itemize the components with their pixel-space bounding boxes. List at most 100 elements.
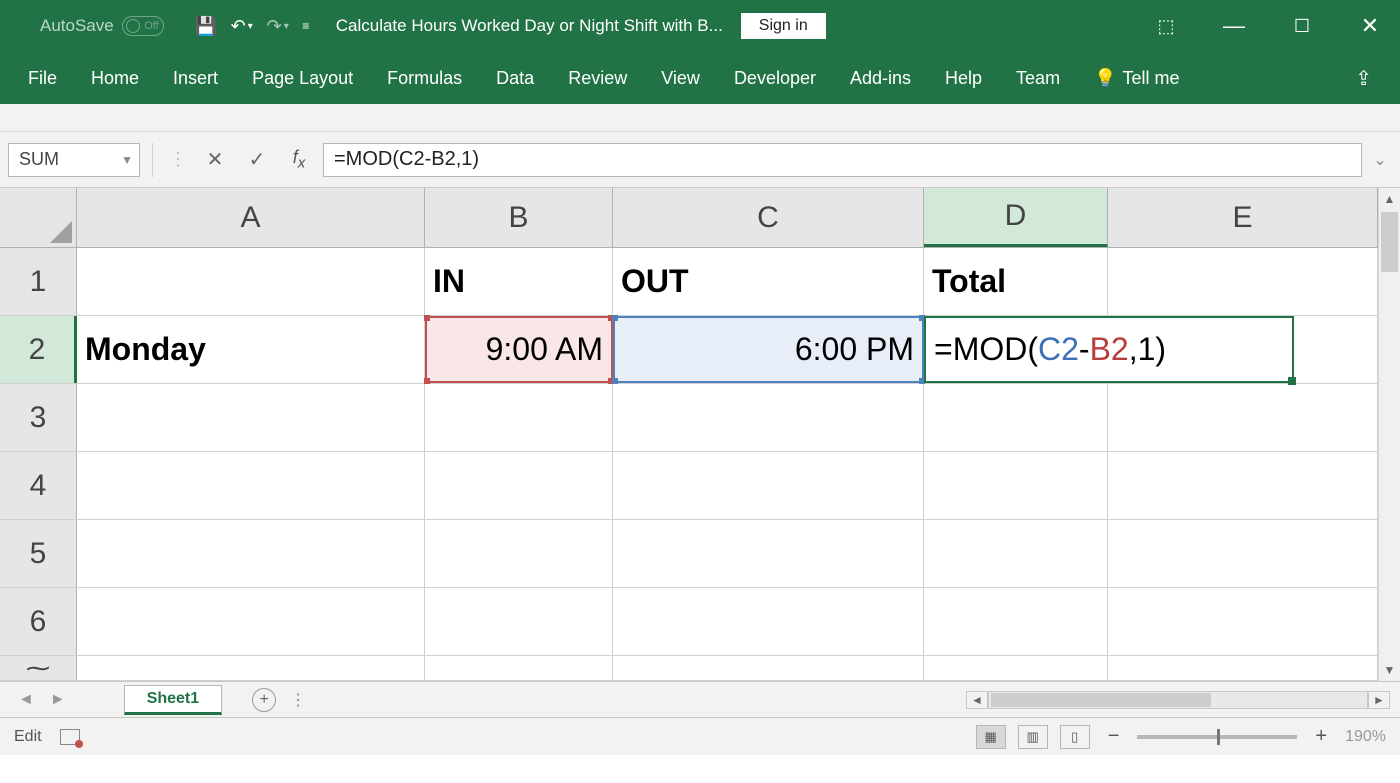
cell-B4[interactable] <box>425 452 613 519</box>
insert-function-button[interactable]: fx <box>281 143 317 177</box>
zoom-slider[interactable] <box>1137 735 1297 739</box>
cell-C1[interactable]: OUT <box>613 248 924 315</box>
col-header-C[interactable]: C <box>613 188 924 247</box>
cell-A3[interactable] <box>77 384 425 451</box>
tab-addins[interactable]: Add-ins <box>850 68 911 89</box>
sheet-nav-next[interactable]: ► <box>42 691 74 709</box>
tell-me[interactable]: 💡Tell me <box>1094 68 1179 89</box>
sheet-nav-prev[interactable]: ◄ <box>10 691 42 709</box>
cell-D3[interactable] <box>924 384 1108 451</box>
tab-developer[interactable]: Developer <box>734 68 816 89</box>
col-header-A[interactable]: A <box>77 188 425 247</box>
formula-input[interactable]: =MOD(C2-B2,1) <box>323 143 1362 177</box>
row-header-7[interactable]: ⁓ <box>0 656 77 680</box>
cell-E1[interactable] <box>1108 248 1378 315</box>
cell-A5[interactable] <box>77 520 425 587</box>
cell-D5[interactable] <box>924 520 1108 587</box>
autosave-toggle[interactable]: Off <box>122 16 164 36</box>
row-header-6[interactable]: 6 <box>0 588 77 655</box>
cell-B3[interactable] <box>425 384 613 451</box>
zoom-level[interactable]: 190% <box>1345 728 1386 746</box>
zoom-out-button[interactable]: − <box>1102 725 1126 748</box>
col-header-E[interactable]: E <box>1108 188 1378 247</box>
cell-B1[interactable]: IN <box>425 248 613 315</box>
maximize-button[interactable]: ☐ <box>1282 6 1322 46</box>
autosave-control[interactable]: AutoSave Off <box>40 16 164 36</box>
enter-formula-button[interactable]: ✓ <box>239 143 275 177</box>
close-button[interactable]: ✕ <box>1350 6 1390 46</box>
cell-C6[interactable] <box>613 588 924 655</box>
row-header-1[interactable]: 1 <box>0 248 77 315</box>
view-pagelayout-button[interactable]: ▥ <box>1018 725 1048 749</box>
redo-button[interactable]: ↷▾ <box>260 8 296 44</box>
namebox-dropdown-icon[interactable]: ▼ <box>121 153 133 167</box>
add-sheet-button[interactable]: + <box>252 688 276 712</box>
tab-file[interactable]: File <box>28 68 57 89</box>
save-button[interactable]: 💾 <box>188 8 224 44</box>
cell-C4[interactable] <box>613 452 924 519</box>
share-button[interactable]: ⇪ <box>1355 66 1372 91</box>
cell-B2[interactable]: 9:00 AM <box>425 316 613 383</box>
tab-view[interactable]: View <box>661 68 700 89</box>
row-7-partial: ⁓ <box>0 656 1378 681</box>
cell-D4[interactable] <box>924 452 1108 519</box>
macro-recording-icon[interactable] <box>60 729 80 745</box>
cell-B6[interactable] <box>425 588 613 655</box>
cell-D1[interactable]: Total <box>924 248 1108 315</box>
cell-D2[interactable]: =MOD(C2-B2,1) <box>924 316 1294 383</box>
qat-customize[interactable]: ≡ <box>296 8 316 44</box>
col-header-D[interactable]: D <box>924 188 1108 247</box>
cell-C2[interactable]: 6:00 PM <box>613 316 924 383</box>
tab-pagelayout[interactable]: Page Layout <box>252 68 353 89</box>
select-all-corner[interactable] <box>0 188 77 247</box>
cell-A6[interactable] <box>77 588 425 655</box>
view-pagebreak-button[interactable]: ▯ <box>1060 725 1090 749</box>
hscroll-left-icon[interactable]: ◄ <box>966 691 988 709</box>
cell-E5[interactable] <box>1108 520 1378 587</box>
cell-C5[interactable] <box>613 520 924 587</box>
tab-insert[interactable]: Insert <box>173 68 218 89</box>
row-3: 3 <box>0 384 1378 452</box>
cell-A4[interactable] <box>77 452 425 519</box>
tab-home[interactable]: Home <box>91 68 139 89</box>
cell-B5[interactable] <box>425 520 613 587</box>
view-normal-button[interactable]: ▦ <box>976 725 1006 749</box>
signin-button[interactable]: Sign in <box>741 13 826 39</box>
cancel-formula-button[interactable]: ✕ <box>197 143 233 177</box>
cell-A2[interactable]: Monday <box>77 316 425 383</box>
formula-bar-expand[interactable]: ⌄ <box>1368 150 1392 170</box>
cell-A1[interactable] <box>77 248 425 315</box>
fill-handle[interactable] <box>1288 377 1296 385</box>
zoom-in-button[interactable]: + <box>1309 725 1333 748</box>
scroll-up-icon[interactable]: ▲ <box>1379 188 1400 210</box>
tab-split-handle[interactable]: ⋮ <box>276 690 320 710</box>
cell-E3[interactable] <box>1108 384 1378 451</box>
row-header-3[interactable]: 3 <box>0 384 77 451</box>
vertical-scrollbar[interactable]: ▲ ▼ <box>1378 188 1400 681</box>
col-header-B[interactable]: B <box>425 188 613 247</box>
cell-E2[interactable] <box>1294 316 1378 383</box>
tab-help[interactable]: Help <box>945 68 982 89</box>
minimize-button[interactable]: — <box>1214 6 1254 46</box>
row-header-5[interactable]: 5 <box>0 520 77 587</box>
ribbon-display-options[interactable]: ⬚ <box>1146 6 1186 46</box>
cell-E6[interactable] <box>1108 588 1378 655</box>
cell-C3[interactable] <box>613 384 924 451</box>
scroll-down-icon[interactable]: ▼ <box>1379 659 1400 681</box>
tab-review[interactable]: Review <box>568 68 627 89</box>
row-header-4[interactable]: 4 <box>0 452 77 519</box>
sheet-tab-sheet1[interactable]: Sheet1 <box>124 685 222 715</box>
horizontal-scrollbar[interactable]: ◄ ► <box>966 691 1390 709</box>
cell-D6[interactable] <box>924 588 1108 655</box>
tab-formulas[interactable]: Formulas <box>387 68 462 89</box>
undo-icon: ↶ <box>231 16 246 37</box>
cell-E4[interactable] <box>1108 452 1378 519</box>
scroll-thumb[interactable] <box>1381 212 1398 272</box>
row-header-2[interactable]: 2 <box>0 316 77 383</box>
undo-button[interactable]: ↶▾ <box>224 8 260 44</box>
tab-team[interactable]: Team <box>1016 68 1060 89</box>
name-box[interactable]: SUM ▼ <box>8 143 140 177</box>
row-4: 4 <box>0 452 1378 520</box>
hscroll-right-icon[interactable]: ► <box>1368 691 1390 709</box>
tab-data[interactable]: Data <box>496 68 534 89</box>
